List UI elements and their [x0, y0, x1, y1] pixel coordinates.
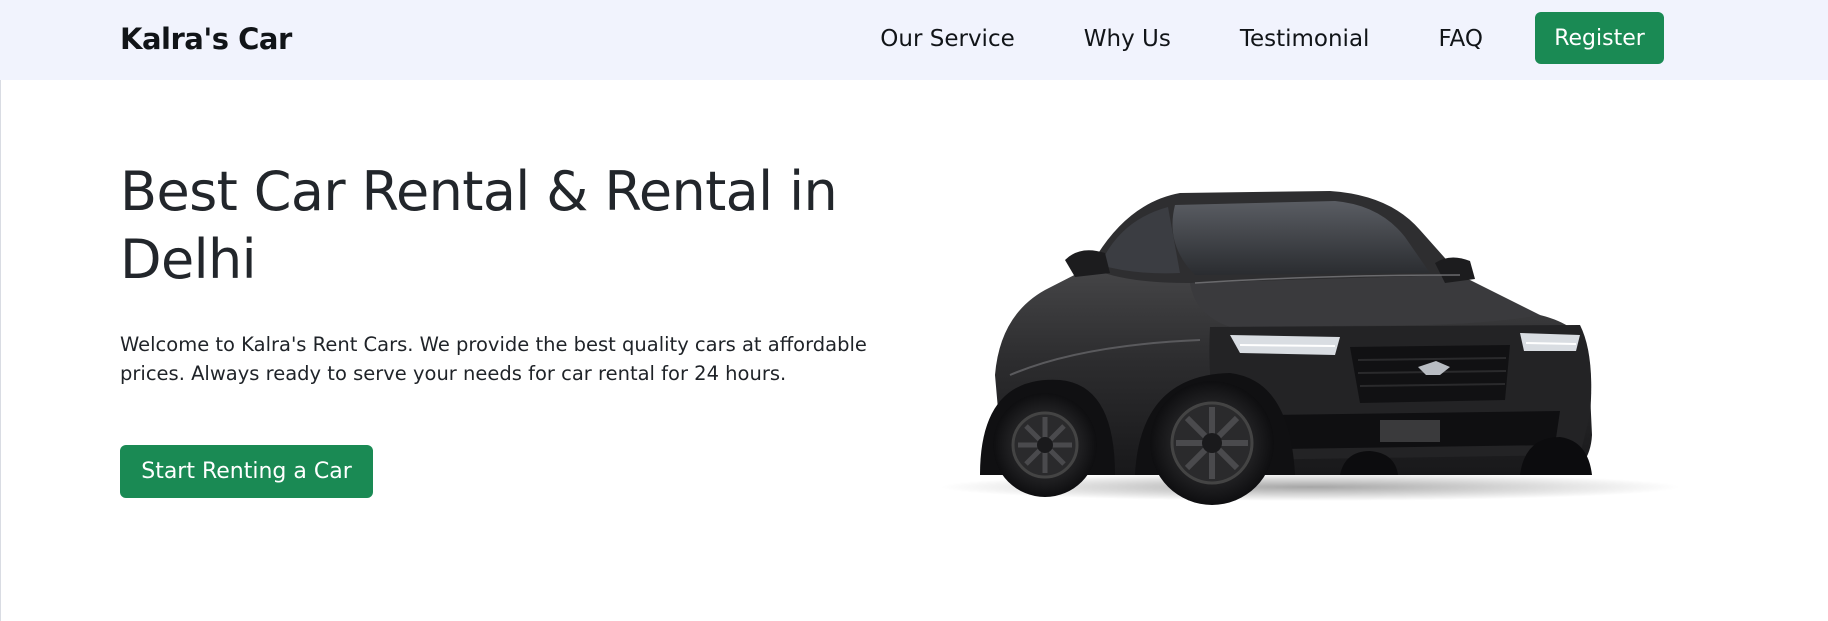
nav-link-testimonial[interactable]: Testimonial [1240, 18, 1370, 60]
nav-links: Our Service Why Us Testimonial FAQ [880, 18, 1483, 60]
hero-title-line-2: Delhi [120, 228, 257, 291]
hero-title: Best Car Rental & Rental in Delhi [120, 158, 910, 294]
hero-description-line-2: prices. Always ready to serve your needs… [120, 362, 787, 385]
hero-description: Welcome to Kalra's Rent Cars. We provide… [120, 330, 880, 388]
nav-link-faq[interactable]: FAQ [1438, 18, 1483, 60]
hero-title-line-1: Best Car Rental & Rental in [120, 160, 838, 223]
register-button[interactable]: Register [1535, 12, 1664, 64]
hero-car-image [940, 175, 1680, 505]
nav-link-our-service[interactable]: Our Service [880, 18, 1014, 60]
car-image [940, 191, 1680, 505]
hero-text-block: Best Car Rental & Rental in Delhi Welcom… [120, 158, 910, 388]
hero-description-line-1: Welcome to Kalra's Rent Cars. We provide… [120, 333, 867, 356]
start-renting-button[interactable]: Start Renting a Car [120, 445, 373, 498]
brand-logo[interactable]: Kalra's Car [120, 18, 292, 60]
nav-link-why-us[interactable]: Why Us [1084, 18, 1171, 60]
top-navbar: Kalra's Car Our Service Why Us Testimoni… [0, 0, 1828, 80]
